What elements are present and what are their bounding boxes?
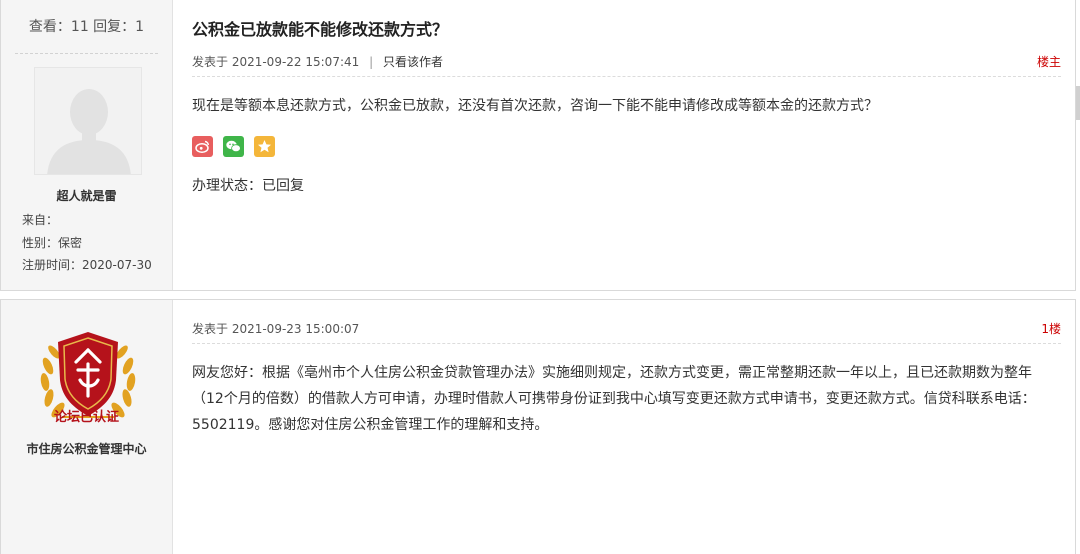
weibo-icon (195, 140, 210, 153)
star-icon (258, 140, 272, 153)
verified-badge-text: 论坛已认证 (53, 410, 119, 425)
scrollbar-thumb[interactable] (1076, 86, 1080, 120)
post-time: 发表于 2021-09-22 15:07:41 (192, 55, 360, 69)
share-favorite-button[interactable] (254, 136, 276, 157)
author-from: 来自： (22, 213, 59, 227)
author-sidebar: 论坛已认证 市住房公积金管理中心 (1, 300, 173, 554)
post-meta: 发表于 2021-09-22 15:07:41 | 只看该作者 楼主 (192, 50, 1061, 77)
author-sidebar: 查看：11 回复：1 超人就是雷 来自： 性别：保密 注册时间：2020-07-… (1, 0, 173, 290)
floor-label[interactable]: 1楼 (1041, 317, 1061, 341)
author-name[interactable]: 市住房公积金管理中心 (1, 440, 172, 457)
wechat-icon (226, 140, 241, 153)
author-registered: 注册时间：2020-07-30 (22, 258, 152, 272)
author-name[interactable]: 超人就是雷 (1, 187, 172, 204)
post-reply: 论坛已认证 市住房公积金管理中心 发表于 2021-09-23 15:00:07… (0, 299, 1076, 554)
floor-label[interactable]: 楼主 (1037, 50, 1061, 74)
post-time: 发表于 2021-09-23 15:00:07 (192, 322, 360, 336)
share-wechat-button[interactable] (223, 136, 245, 157)
thread-title: 公积金已放款能不能修改还款方式？ (192, 20, 449, 39)
post-original: 查看：11 回复：1 超人就是雷 来自： 性别：保密 注册时间：2020-07-… (0, 0, 1076, 291)
thread-stats: 查看：11 回复：1 (15, 0, 158, 54)
share-weibo-button[interactable] (192, 136, 213, 157)
post-content: 现在是等额本息还款方式，公积金已放款，还没有首次还款，咨询一下能不能申请修改成等… (192, 98, 878, 114)
avatar[interactable] (34, 67, 142, 175)
default-avatar-icon (35, 68, 141, 174)
post-meta: 发表于 2021-09-23 15:00:07 1楼 (192, 317, 1061, 344)
only-author-link[interactable]: 只看该作者 (383, 55, 443, 69)
post-content: 网友您好：根据《亳州市个人住房公积金贷款管理办法》实施细则规定，还款方式变更，需… (192, 365, 1036, 433)
share-bar (192, 136, 281, 157)
handling-status: 办理状态：已回复 (192, 178, 304, 194)
author-gender: 性别：保密 (22, 236, 83, 250)
post-main: 发表于 2021-09-23 15:00:07 1楼 网友您好：根据《亳州市个人… (173, 300, 1075, 554)
post-main: 公积金已放款能不能修改还款方式？ 发表于 2021-09-22 15:07:41… (173, 0, 1075, 290)
meta-separator: | (369, 55, 374, 69)
